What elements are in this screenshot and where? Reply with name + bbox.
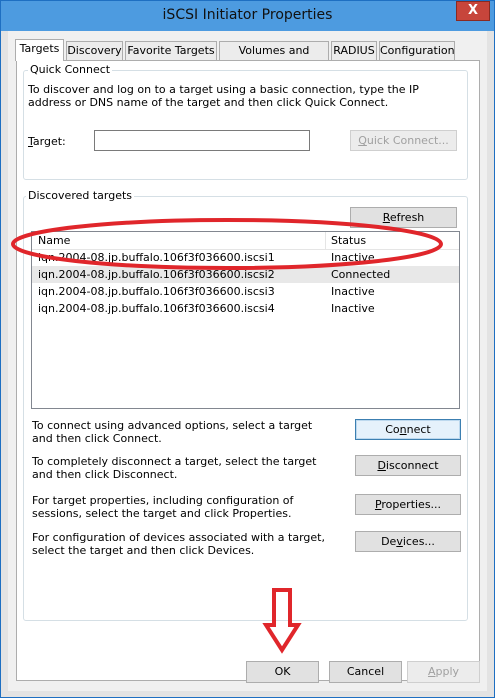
target-status: Connected — [331, 268, 391, 281]
devices-button[interactable]: Devices... — [355, 531, 461, 552]
dialog-client-area: Targets Discovery Favorite Targets Volum… — [8, 31, 487, 691]
target-status: Inactive — [331, 285, 375, 298]
target-input[interactable] — [94, 130, 310, 151]
discovered-targets-list[interactable]: Name Status iqn.2004-08.jp.buffalo.106f3… — [31, 231, 460, 409]
quick-connect-group: Quick Connect To discover and log on to … — [23, 63, 468, 180]
table-row[interactable]: iqn.2004-08.jp.buffalo.106f3f036600.iscs… — [32, 283, 459, 300]
target-name: iqn.2004-08.jp.buffalo.106f3f036600.iscs… — [38, 268, 275, 281]
table-row[interactable]: iqn.2004-08.jp.buffalo.106f3f036600.iscs… — [32, 266, 459, 283]
window-title: iSCSI Initiator Properties — [162, 7, 333, 23]
discovered-targets-legend: Discovered targets — [26, 189, 135, 202]
tab-targets[interactable]: Targets — [15, 39, 64, 61]
target-label: Target: — [28, 135, 66, 148]
tab-configuration[interactable]: Configuration — [379, 41, 455, 60]
target-name: iqn.2004-08.jp.buffalo.106f3f036600.iscs… — [38, 251, 275, 264]
close-button[interactable]: X — [456, 1, 490, 21]
list-header: Name Status — [32, 232, 459, 250]
targets-tab-panel: Quick Connect To discover and log on to … — [16, 60, 480, 681]
target-name: iqn.2004-08.jp.buffalo.106f3f036600.iscs… — [38, 302, 275, 315]
tab-favorite-targets[interactable]: Favorite Targets — [125, 41, 217, 60]
apply-button[interactable]: Apply — [407, 661, 480, 683]
target-status: Inactive — [331, 251, 375, 264]
refresh-button[interactable]: Refresh — [350, 207, 457, 228]
cancel-button[interactable]: Cancel — [329, 661, 402, 683]
tab-discovery[interactable]: Discovery — [66, 41, 123, 60]
column-header-status[interactable]: Status — [331, 234, 366, 247]
iscsi-properties-window: iSCSI Initiator Properties X Targets Dis… — [0, 0, 495, 698]
properties-help-text: For target properties, including configu… — [32, 494, 294, 520]
disconnect-button[interactable]: Disconnect — [355, 455, 461, 476]
title-bar[interactable]: iSCSI Initiator Properties X — [1, 1, 494, 31]
target-name: iqn.2004-08.jp.buffalo.106f3f036600.iscs… — [38, 285, 275, 298]
quick-connect-button[interactable]: Quick Connect... — [350, 130, 457, 151]
connect-help-text: To connect using advanced options, selec… — [32, 419, 313, 445]
target-status: Inactive — [331, 302, 375, 315]
properties-button[interactable]: Properties... — [355, 494, 461, 515]
column-separator[interactable] — [325, 232, 326, 249]
column-header-name[interactable]: Name — [38, 234, 70, 247]
connect-button[interactable]: Connect — [355, 419, 461, 440]
disconnect-help-text: To completely disconnect a target, selec… — [32, 455, 317, 481]
tab-volumes-and-devices[interactable]: Volumes and Devices — [219, 41, 329, 75]
quick-connect-legend: Quick Connect — [28, 63, 113, 76]
quick-connect-description: To discover and log on to a target using… — [28, 83, 419, 109]
close-icon: X — [467, 3, 479, 18]
table-row[interactable]: iqn.2004-08.jp.buffalo.106f3f036600.iscs… — [32, 249, 459, 266]
tab-radius[interactable]: RADIUS — [331, 41, 377, 60]
ok-button[interactable]: OK — [246, 661, 319, 683]
devices-help-text: For configuration of devices associated … — [32, 531, 325, 557]
table-row[interactable]: iqn.2004-08.jp.buffalo.106f3f036600.iscs… — [32, 300, 459, 317]
